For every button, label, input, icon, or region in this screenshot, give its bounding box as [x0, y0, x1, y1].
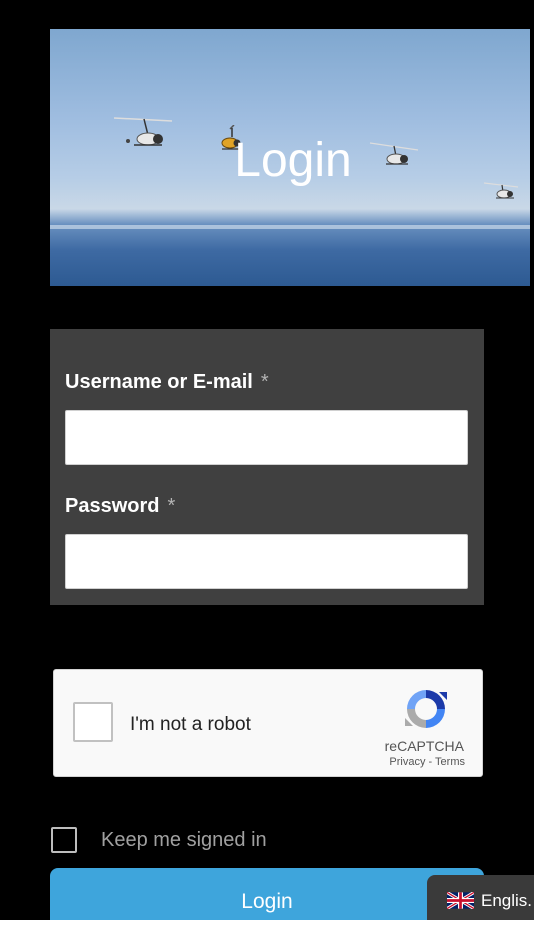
recaptcha-widget: I'm not a robot reCAPTCHA Privacy - Term…	[53, 669, 483, 777]
page-title: Login	[234, 134, 352, 187]
bottom-strip	[0, 920, 534, 950]
required-marker: *	[260, 371, 269, 393]
password-input[interactable]	[65, 534, 468, 589]
recaptcha-label: I'm not a robot	[130, 714, 251, 735]
recaptcha-brand: reCAPTCHA	[384, 738, 464, 754]
horizon-line	[50, 225, 530, 229]
uk-flag-icon	[447, 892, 474, 909]
recaptcha-terms-link[interactable]: Terms	[435, 756, 465, 768]
recaptcha-separator: -	[428, 756, 433, 768]
language-label: Englis.	[481, 891, 533, 910]
password-label-text: Password	[65, 495, 160, 517]
password-label: Password *	[65, 495, 175, 518]
keep-signed-in-label[interactable]: Keep me signed in	[101, 829, 267, 852]
username-input[interactable]	[65, 410, 468, 465]
recaptcha-checkbox[interactable]	[73, 702, 113, 742]
language-switcher[interactable]: Englis.	[427, 875, 534, 926]
username-label-text: Username or E-mail	[65, 371, 253, 393]
recaptcha-logo-icon	[405, 690, 447, 728]
username-label: Username or E-mail *	[65, 371, 269, 394]
keep-signed-in-checkbox[interactable]	[51, 827, 77, 853]
recaptcha-privacy-link[interactable]: Privacy	[389, 756, 425, 768]
login-banner: Login	[50, 29, 530, 286]
recaptcha-links: Privacy - Terms	[389, 756, 465, 768]
login-form: Username or E-mail * Password *	[50, 329, 484, 605]
required-marker: *	[167, 495, 176, 517]
